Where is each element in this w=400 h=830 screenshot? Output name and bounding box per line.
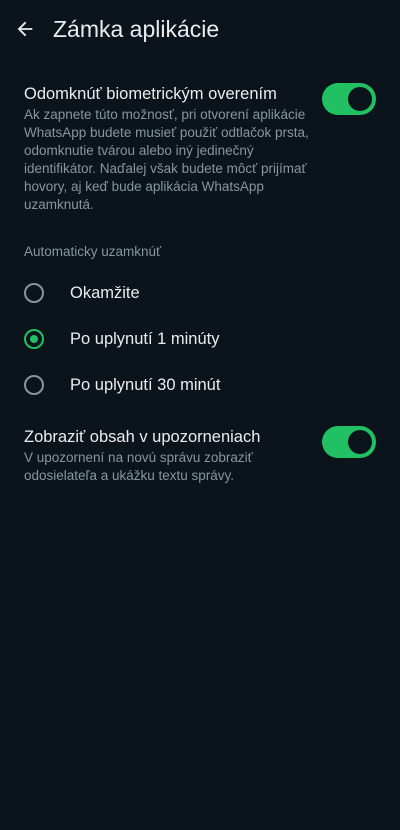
notification-content-description: V upozornení na novú správu zobraziť odo… [24,450,253,483]
toggle-knob [348,430,372,454]
toggle-knob [348,87,372,111]
radio-option-30-minutes[interactable]: Po uplynutí 30 minút [0,365,400,405]
back-button[interactable] [10,14,40,44]
radio-button[interactable] [24,375,44,395]
arrow-left-icon [17,21,33,37]
biometric-setting[interactable]: Odomknúť biometrickým overením Ak zapnet… [24,83,376,214]
radio-dot [30,381,38,389]
radio-label: Po uplynutí 30 minút [70,376,221,394]
biometric-title: Odomknúť biometrickým overením [24,85,277,103]
radio-option-1-minute[interactable]: Po uplynutí 1 minúty [0,319,400,359]
radio-label: Po uplynutí 1 minúty [70,330,220,348]
radio-label: Okamžite [70,284,140,302]
app-bar: Zámka aplikácie [0,0,400,60]
notification-content-toggle[interactable] [322,426,376,458]
radio-option-immediately[interactable]: Okamžite [0,273,400,313]
radio-dot [30,289,38,297]
notification-content-setting[interactable]: Zobraziť obsah v upozorneniach V upozorn… [24,426,376,485]
biometric-toggle[interactable] [322,83,376,115]
radio-button[interactable] [24,283,44,303]
page-title: Zámka aplikácie [53,16,220,42]
radio-button[interactable] [24,329,44,349]
radio-dot [30,335,38,343]
auto-lock-section-label: Automaticky uzamknúť [24,244,162,259]
biometric-description: Ak zapnete túto možnosť, pri otvorení ap… [24,107,309,212]
notification-content-title: Zobraziť obsah v upozorneniach [24,428,261,446]
